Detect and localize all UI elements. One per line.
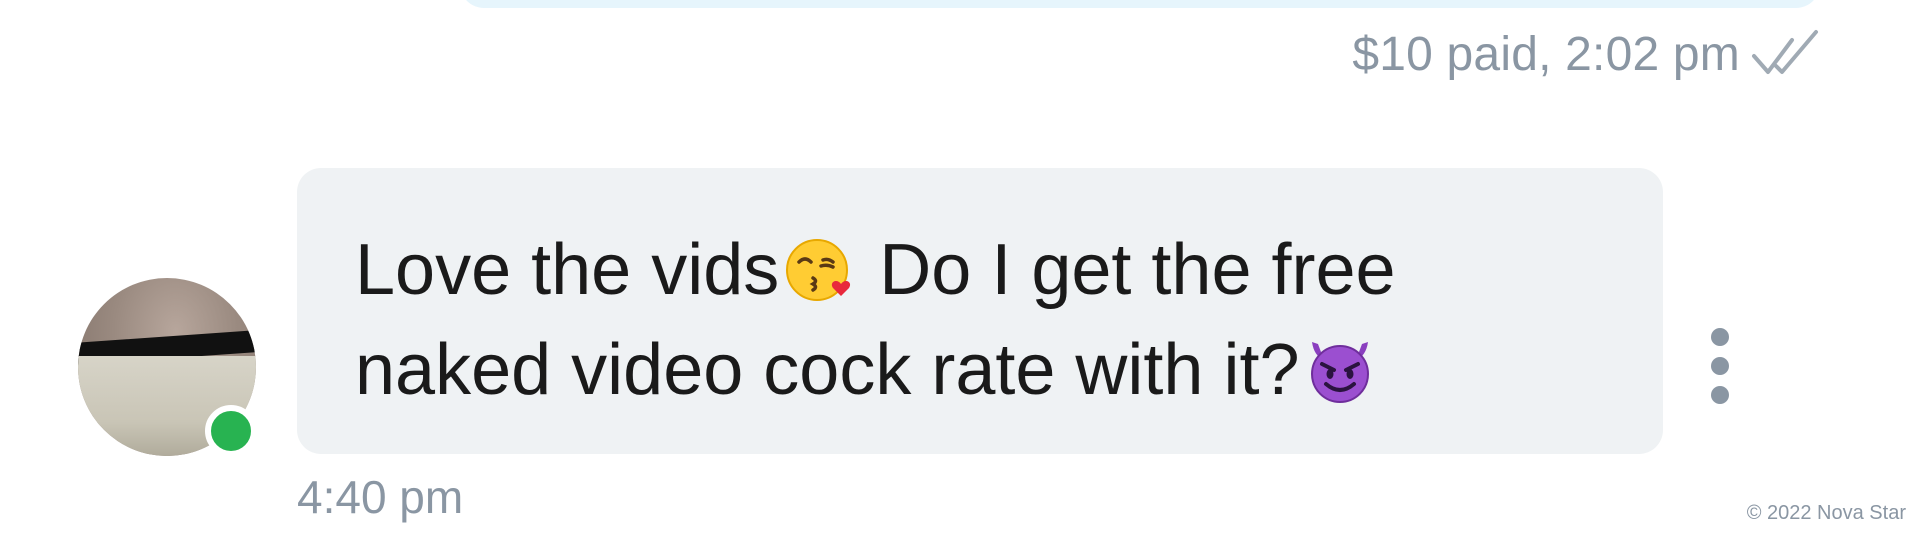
received-message-time: 4:40 pm: [297, 471, 464, 523]
more-options-icon[interactable]: [1708, 328, 1732, 404]
received-message-line-2: naked video cock rate with it?: [355, 320, 1623, 420]
online-status-indicator: [205, 405, 257, 457]
received-message-bubble[interactable]: Love the vids Do I get the free naked vi…: [297, 168, 1663, 454]
watermark: © 2022 Nova Star: [1746, 502, 1906, 524]
menu-dot: [1711, 357, 1729, 375]
kissing-heart-emoji-icon: [786, 239, 851, 301]
previous-sent-bubble[interactable]: [460, 0, 1820, 8]
chat-screen: $10 paid, 2:02 pm Love the vids Do I get…: [0, 0, 1920, 543]
message-text: Do I get the free: [859, 230, 1396, 310]
double-check-read-icon: [1752, 30, 1818, 74]
message-text: naked video cock rate with it?: [355, 330, 1300, 410]
received-message-line-1: Love the vids Do I get the free: [355, 220, 1623, 320]
sent-message-meta: $10 paid, 2:02 pm: [1352, 24, 1822, 84]
smiling-devil-emoji-icon: [1310, 342, 1369, 403]
menu-dot: [1711, 328, 1729, 346]
sent-price-time: $10 paid, 2:02 pm: [1352, 27, 1740, 81]
menu-dot: [1711, 386, 1729, 404]
message-text: Love the vids: [355, 230, 780, 310]
